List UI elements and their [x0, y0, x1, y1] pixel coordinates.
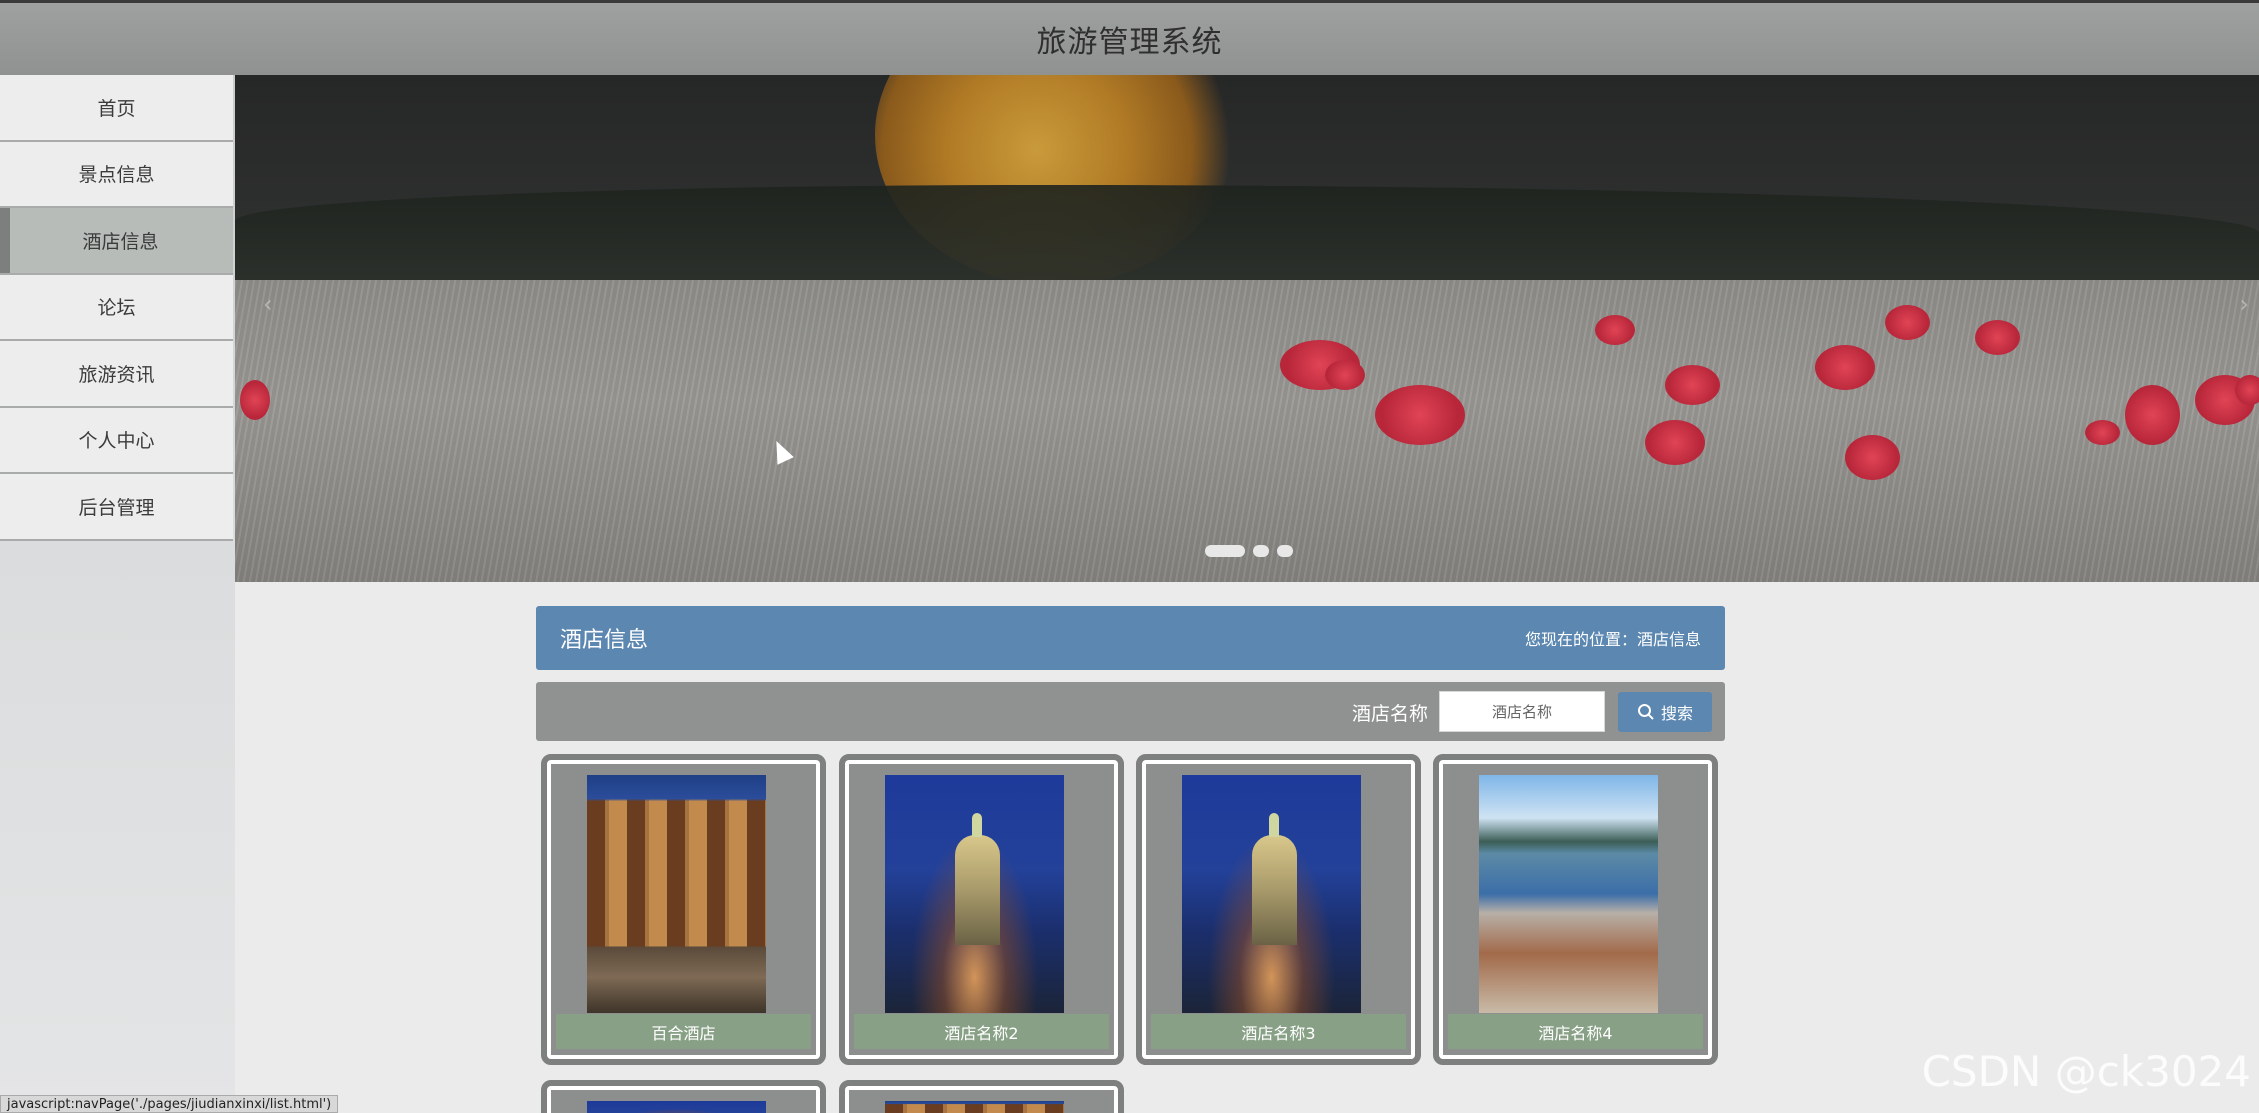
search-label: 酒店名称 — [1351, 703, 1428, 725]
sidebar-item-attractions[interactable]: 景点信息 — [0, 141, 233, 208]
carousel-dots — [1205, 545, 1293, 557]
banner-poppy — [1595, 315, 1635, 345]
sidebar-item-label: 论坛 — [97, 297, 136, 320]
sidebar-item-label: 首页 — [97, 97, 136, 120]
hotel-card[interactable]: 酒店名称3 — [1136, 754, 1421, 1065]
chevron-right-icon[interactable]: › — [2239, 290, 2249, 318]
banner-poppy — [1975, 320, 2020, 355]
sidebar-item-personal-center[interactable]: 个人中心 — [0, 407, 233, 474]
carousel-dot[interactable] — [1253, 545, 1269, 557]
browser-status-bar: javascript:navPage('./pages/jiudianxinxi… — [0, 1095, 339, 1113]
carousel-dot[interactable] — [1205, 545, 1245, 557]
hotel-image — [1479, 775, 1658, 1013]
sidebar-item-hotels[interactable]: 酒店信息 — [0, 208, 233, 275]
section-title: 酒店信息 — [560, 628, 649, 653]
sidebar-item-label: 旅游资讯 — [78, 363, 155, 386]
sidebar-item-label: 后台管理 — [78, 496, 155, 519]
sidebar-item-travel-news[interactable]: 旅游资讯 — [0, 341, 233, 408]
banner-poppy — [1845, 435, 1900, 480]
search-button[interactable]: 搜索 — [1618, 692, 1712, 732]
search-input[interactable] — [1439, 691, 1605, 732]
hotel-image — [587, 775, 766, 1013]
sidebar-item-forum[interactable]: 论坛 — [0, 274, 233, 341]
banner-poppy — [2125, 385, 2180, 445]
search-icon — [1637, 704, 1654, 720]
banner-poppy — [1815, 345, 1875, 390]
hotel-card[interactable] — [541, 1080, 826, 1113]
hotel-card[interactable] — [839, 1080, 1124, 1113]
banner-poppy — [1375, 385, 1465, 445]
app-header: 旅游管理系统 — [0, 0, 2259, 75]
banner-field — [235, 280, 2259, 582]
banner-poppy — [2085, 420, 2120, 445]
sidebar: 首页 景点信息 酒店信息 论坛 旅游资讯 个人中心 后台管理 — [0, 75, 235, 1113]
hotel-name: 酒店名称2 — [854, 1014, 1109, 1049]
banner-poppy — [1885, 305, 1930, 340]
search-bar: 酒店名称 搜索 — [536, 682, 1725, 741]
hotel-name: 酒店名称3 — [1151, 1014, 1406, 1049]
hotel-image — [1182, 775, 1361, 1013]
hotel-card[interactable]: 酒店名称4 — [1433, 754, 1718, 1065]
search-button-label: 搜索 — [1660, 704, 1693, 723]
hotel-image — [587, 1101, 766, 1113]
banner-poppy — [1325, 360, 1365, 390]
banner-poppy — [1645, 420, 1705, 465]
hotel-name: 百合酒店 — [556, 1014, 811, 1049]
hotel-name: 酒店名称4 — [1448, 1014, 1703, 1049]
banner-poppy — [240, 380, 270, 420]
sidebar-item-home[interactable]: 首页 — [0, 75, 233, 142]
hotel-image — [885, 1101, 1064, 1113]
sidebar-item-label: 个人中心 — [78, 430, 155, 453]
chevron-left-icon[interactable]: ‹ — [263, 290, 273, 318]
sidebar-nav: 首页 景点信息 酒店信息 论坛 旅游资讯 个人中心 后台管理 — [0, 75, 233, 541]
breadcrumb: 您现在的位置：酒店信息 — [1524, 630, 1701, 649]
banner-poppy — [2235, 375, 2259, 405]
watermark: CSDN @ck3024 — [1921, 1047, 2251, 1096]
section-title-bar: 酒店信息 您现在的位置：酒店信息 — [536, 606, 1725, 670]
sidebar-item-label: 景点信息 — [78, 164, 155, 187]
banner-carousel[interactable]: ‹ › — [235, 75, 2259, 582]
carousel-dot[interactable] — [1277, 545, 1293, 557]
sidebar-item-label: 酒店信息 — [82, 230, 159, 253]
hotel-card[interactable]: 酒店名称2 — [839, 754, 1124, 1065]
hotel-card[interactable]: 百合酒店 — [541, 754, 826, 1065]
sidebar-item-admin[interactable]: 后台管理 — [0, 474, 233, 541]
app-title: 旅游管理系统 — [1036, 25, 1223, 60]
banner-poppy — [1665, 365, 1720, 405]
hotel-image — [885, 775, 1064, 1013]
